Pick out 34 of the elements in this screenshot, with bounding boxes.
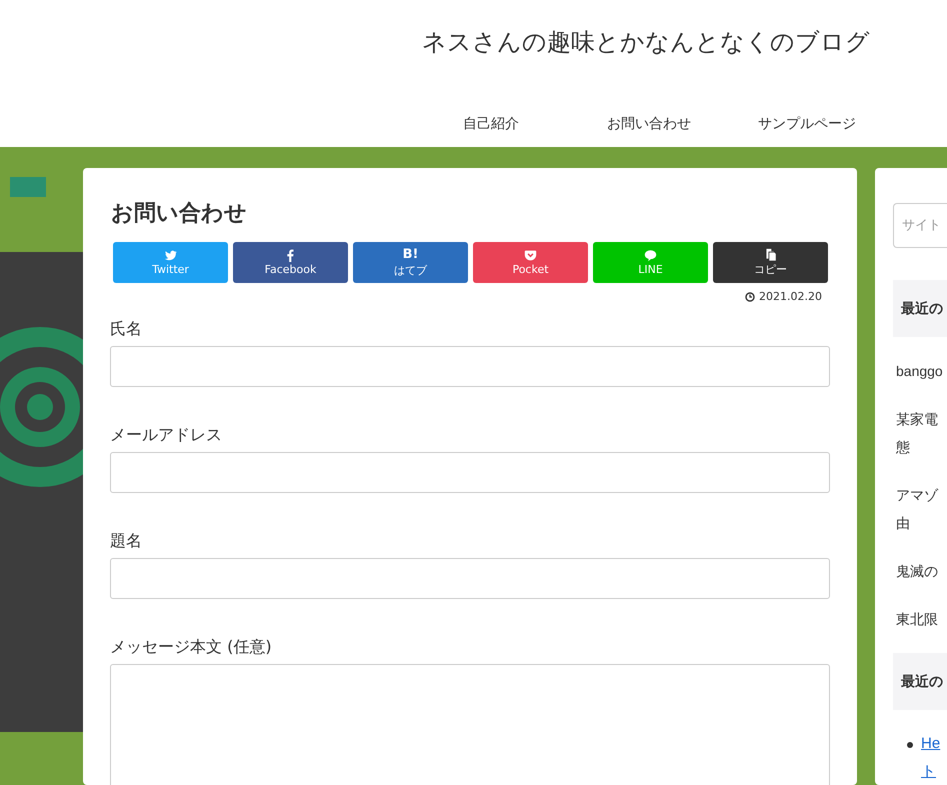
post-link[interactable]: He ト [921,730,940,785]
search-field[interactable]: サイト [893,203,947,248]
post-title: 某家電 態 [895,410,939,457]
share-button[interactable]: B! はてブ [353,242,468,283]
share-button[interactable]: Twitter [113,242,228,283]
page-title: お問い合わせ [111,200,248,228]
share-button[interactable]: コピー [713,242,828,283]
hatena-icon: B! [402,248,418,262]
input-field[interactable] [110,346,830,387]
field-label: メッセージ本文 (任意) [110,637,273,658]
nav-link[interactable]: サンプルページ [728,115,886,133]
share-button[interactable]: Pocket [473,242,588,283]
nav-link[interactable]: 自己紹介 [412,115,570,133]
nav-link[interactable]: お問い合わせ [570,115,728,133]
field-label: 氏名 [110,319,143,340]
post-title: 鬼滅の [895,562,939,581]
copy-icon [764,248,777,261]
site-title: ネスさんの趣味とかなんとなくのブログ [422,27,871,58]
bullet-icon [907,742,913,748]
field-label: メールアドレス [110,425,223,446]
post-date: 2021.02.20 [759,290,822,303]
input-field[interactable] [110,452,830,493]
pocket-icon [524,249,537,262]
widget-heading: 最近の [893,280,947,337]
clock-icon [745,292,756,302]
bird-icon [164,249,177,262]
speech-bubble-icon [644,249,657,262]
input-field[interactable] [110,558,830,599]
post-title: アマゾ 由 [895,486,940,533]
post-title: 東北限 [895,610,939,629]
post-title: banggo [895,362,944,381]
share-button[interactable]: Facebook [233,242,348,283]
widget-heading: 最近の [893,653,947,710]
field-label: 題名 [110,531,143,552]
